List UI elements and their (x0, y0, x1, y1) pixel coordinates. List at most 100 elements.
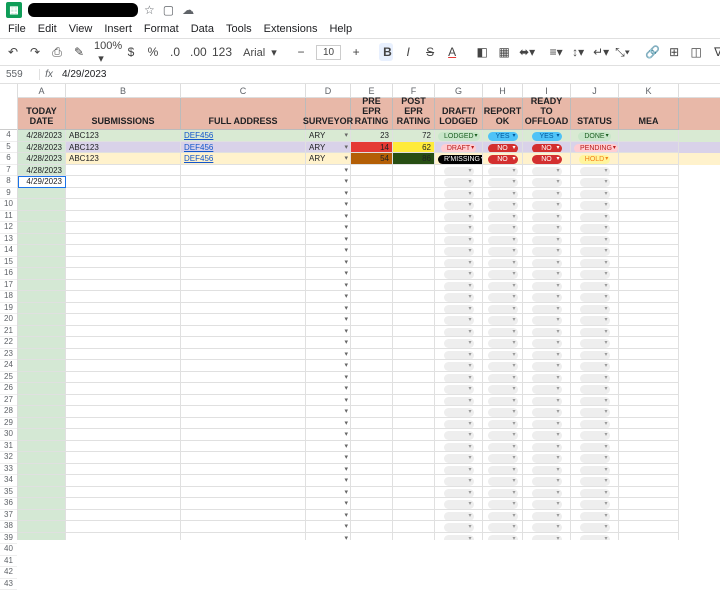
cell[interactable] (571, 360, 619, 372)
cell[interactable] (351, 257, 393, 269)
cell[interactable] (435, 533, 483, 541)
cell[interactable] (306, 245, 351, 257)
status-pill[interactable] (532, 385, 562, 394)
cell[interactable] (306, 349, 351, 361)
status-pill[interactable]: YES (488, 132, 518, 141)
cell[interactable] (483, 257, 523, 269)
status-pill[interactable] (532, 339, 562, 348)
cell[interactable] (619, 291, 679, 303)
cell[interactable] (571, 475, 619, 487)
cell[interactable] (181, 452, 306, 464)
cell[interactable] (306, 211, 351, 223)
cell[interactable] (66, 510, 181, 522)
cell[interactable] (393, 165, 435, 177)
paint-icon[interactable]: ✎ (72, 45, 86, 59)
status-pill[interactable]: NO (532, 144, 562, 153)
cell[interactable] (393, 360, 435, 372)
cell[interactable] (619, 498, 679, 510)
status-pill[interactable] (580, 236, 610, 245)
cell[interactable] (18, 337, 66, 349)
status-pill[interactable] (580, 305, 610, 314)
cell[interactable] (523, 487, 571, 499)
cell[interactable] (18, 349, 66, 361)
status-pill[interactable] (532, 305, 562, 314)
cell[interactable] (18, 487, 66, 499)
cell[interactable] (435, 475, 483, 487)
status-pill[interactable] (444, 385, 474, 394)
cell[interactable] (523, 452, 571, 464)
cell[interactable] (435, 199, 483, 211)
status-pill[interactable] (444, 523, 474, 532)
cell[interactable] (523, 268, 571, 280)
cell[interactable] (483, 510, 523, 522)
cell[interactable] (483, 521, 523, 533)
cell[interactable] (483, 360, 523, 372)
status-pill[interactable] (580, 213, 610, 222)
percent-button[interactable]: % (146, 45, 160, 59)
cell[interactable] (571, 418, 619, 430)
date-cell[interactable]: 4/28/2023 (18, 142, 66, 154)
cell[interactable] (306, 257, 351, 269)
post-rating-cell[interactable]: 72 (393, 130, 435, 142)
cell[interactable] (571, 176, 619, 188)
cell[interactable] (571, 257, 619, 269)
row-header[interactable]: 43 (0, 579, 17, 590)
cell[interactable] (523, 234, 571, 246)
cell[interactable] (18, 268, 66, 280)
cell[interactable] (66, 429, 181, 441)
status-pill[interactable]: NO (488, 155, 518, 164)
row-header[interactable]: 14 (0, 245, 17, 257)
status-pill[interactable] (580, 477, 610, 486)
cell[interactable] (18, 245, 66, 257)
cell[interactable] (435, 257, 483, 269)
status-pill[interactable] (532, 374, 562, 383)
cell[interactable] (571, 280, 619, 292)
cell[interactable] (523, 475, 571, 487)
cell[interactable] (483, 406, 523, 418)
cell[interactable] (619, 395, 679, 407)
row-header[interactable]: 21 (0, 326, 17, 338)
cell[interactable] (66, 406, 181, 418)
cell[interactable] (181, 406, 306, 418)
cell[interactable] (351, 165, 393, 177)
status-pill[interactable] (444, 305, 474, 314)
cell[interactable] (18, 257, 66, 269)
row-header[interactable]: 7 (0, 165, 17, 177)
status-pill[interactable] (580, 512, 610, 521)
status-pill[interactable] (444, 282, 474, 291)
cell[interactable] (181, 521, 306, 533)
cell[interactable] (619, 464, 679, 476)
cell[interactable] (351, 498, 393, 510)
cell[interactable] (181, 291, 306, 303)
cell[interactable] (351, 176, 393, 188)
cell[interactable] (181, 211, 306, 223)
cell[interactable] (306, 165, 351, 177)
undo-icon[interactable]: ↶ (6, 45, 20, 59)
cell[interactable] (435, 268, 483, 280)
star-icon[interactable]: ☆ (144, 3, 155, 17)
col-header-H[interactable]: H (483, 84, 523, 97)
row-header[interactable]: 16 (0, 268, 17, 280)
cell[interactable] (571, 337, 619, 349)
cell[interactable] (306, 395, 351, 407)
cell[interactable] (523, 418, 571, 430)
cell[interactable] (351, 395, 393, 407)
status-pill[interactable] (488, 201, 518, 210)
ready-cell[interactable]: NO (523, 142, 571, 154)
draft-cell[interactable]: LODGED (435, 130, 483, 142)
cell[interactable] (306, 441, 351, 453)
cell[interactable] (619, 245, 679, 257)
corner-cell[interactable] (0, 84, 17, 130)
cell[interactable] (306, 176, 351, 188)
cell[interactable] (435, 441, 483, 453)
status-pill[interactable] (580, 339, 610, 348)
status-cell[interactable]: HOLD (571, 153, 619, 165)
row-header[interactable]: 11 (0, 211, 17, 223)
cell[interactable] (619, 533, 679, 541)
cell[interactable] (181, 165, 306, 177)
status-pill[interactable] (488, 431, 518, 440)
cell[interactable] (619, 349, 679, 361)
status-pill[interactable] (488, 351, 518, 360)
cell[interactable] (435, 464, 483, 476)
col-header-A[interactable]: A (18, 84, 66, 97)
